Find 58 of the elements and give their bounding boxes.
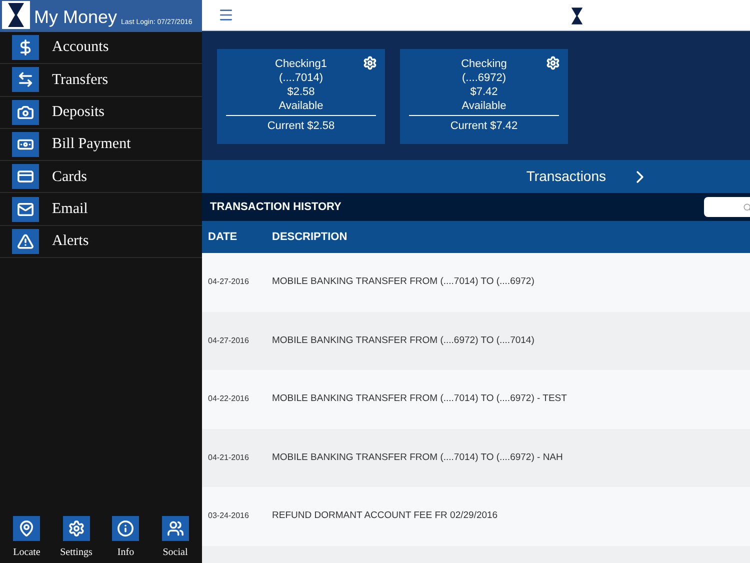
sidebar-item[interactable]: Cards bbox=[0, 161, 202, 194]
transactions-link[interactable]: Transactions bbox=[526, 166, 606, 187]
settings-icon[interactable] bbox=[546, 56, 560, 70]
account-number: (....7014) bbox=[278, 71, 324, 85]
account-card[interactable]: Checking (....6972) $7.42 Available Current $7.42 bbox=[400, 49, 568, 144]
history-title: TRANSACTION HISTORY bbox=[210, 200, 342, 215]
location-pin-icon bbox=[13, 516, 40, 541]
description-cell: MOBILE BANKING TRANSFER FROM (....6972) TO (....7014) bbox=[272, 334, 534, 348]
transaction-row[interactable]: 04-21-2016 MOBILE BANKING TRANSFER FROM (....7014) TO (....6972) - NAH bbox=[202, 428, 750, 487]
settings-icon[interactable] bbox=[363, 56, 377, 70]
current-balance: Current $7.42 bbox=[450, 119, 518, 133]
toolbar-button[interactable]: Social bbox=[152, 516, 198, 560]
sidebar-item[interactable]: Accounts bbox=[0, 32, 202, 64]
toolbar-button[interactable]: Settings bbox=[53, 516, 100, 560]
sidebar-item[interactable]: Bill Payment bbox=[0, 128, 202, 162]
toolbar-button[interactable]: Info bbox=[102, 516, 149, 560]
date-cell-text: 04-22-2016 bbox=[207, 393, 250, 406]
sidebar-item[interactable]: Deposits bbox=[0, 96, 202, 129]
balance-label: Available bbox=[462, 99, 506, 113]
search-field[interactable] bbox=[704, 197, 750, 217]
camera-icon bbox=[12, 100, 39, 125]
banknote-icon bbox=[12, 132, 39, 158]
transactions-bar[interactable]: Transactions bbox=[202, 160, 750, 193]
warning-icon bbox=[12, 228, 39, 254]
current-balance: Current $2.58 bbox=[267, 119, 335, 133]
date-cell-text: 04-21-2016 bbox=[207, 452, 250, 464]
settings-icon bbox=[62, 516, 90, 541]
account-name: Checking bbox=[461, 57, 507, 71]
account-balance: $2.58 bbox=[287, 85, 315, 99]
people-icon bbox=[162, 516, 189, 541]
description-cell: MOBILE BANKING TRANSFER FROM (....7014) TO (....6972) - TEST bbox=[272, 392, 567, 406]
sidebar-item[interactable]: Alerts bbox=[0, 226, 202, 258]
transaction-row[interactable]: 04-27-2016 MOBILE BANKING TRANSFER FROM (....6972) TO (....7014) bbox=[202, 312, 750, 370]
description-cell: MOBILE BANKING TRANSFER FROM (....7014) TO (....6972) bbox=[272, 275, 534, 290]
sidebar-item[interactable]: Email bbox=[0, 193, 202, 226]
mail-icon bbox=[12, 196, 39, 222]
app-title: My Money bbox=[34, 6, 118, 29]
column-header: DESCRIPTION bbox=[271, 230, 348, 245]
arrows-icon bbox=[12, 67, 39, 92]
balance-label: Available bbox=[278, 99, 324, 113]
description-cell: MOBILE BANKING TRANSFER FROM (....7014) TO (....6972) - NAH bbox=[272, 450, 563, 465]
card-icon bbox=[12, 164, 39, 190]
date-cell-text: 04-27-2016 bbox=[207, 334, 250, 347]
menu-button[interactable] bbox=[218, 7, 234, 23]
toolbar-button[interactable]: Locate bbox=[4, 516, 50, 560]
date-cell-text: 04-27-2016 bbox=[207, 276, 250, 288]
sidebar-item[interactable]: Transfers bbox=[0, 64, 202, 97]
dollar-icon bbox=[12, 35, 39, 60]
column-header: DATE bbox=[207, 230, 238, 245]
account-card[interactable]: Checking1 (....7014) $2.58 Available Current $2.58 bbox=[217, 49, 385, 144]
logo-icon bbox=[6, 2, 26, 28]
account-number: (....6972) bbox=[462, 71, 506, 85]
description-cell: REFUND DORMANT ACCOUNT FEE FR 02/29/2016 bbox=[272, 509, 498, 524]
account-name: Checking1 bbox=[275, 57, 327, 71]
search-icon bbox=[743, 202, 750, 212]
info-icon bbox=[112, 516, 140, 541]
date-cell-text: 03-24-2016 bbox=[207, 510, 250, 522]
account-balance: $7.42 bbox=[470, 85, 498, 99]
